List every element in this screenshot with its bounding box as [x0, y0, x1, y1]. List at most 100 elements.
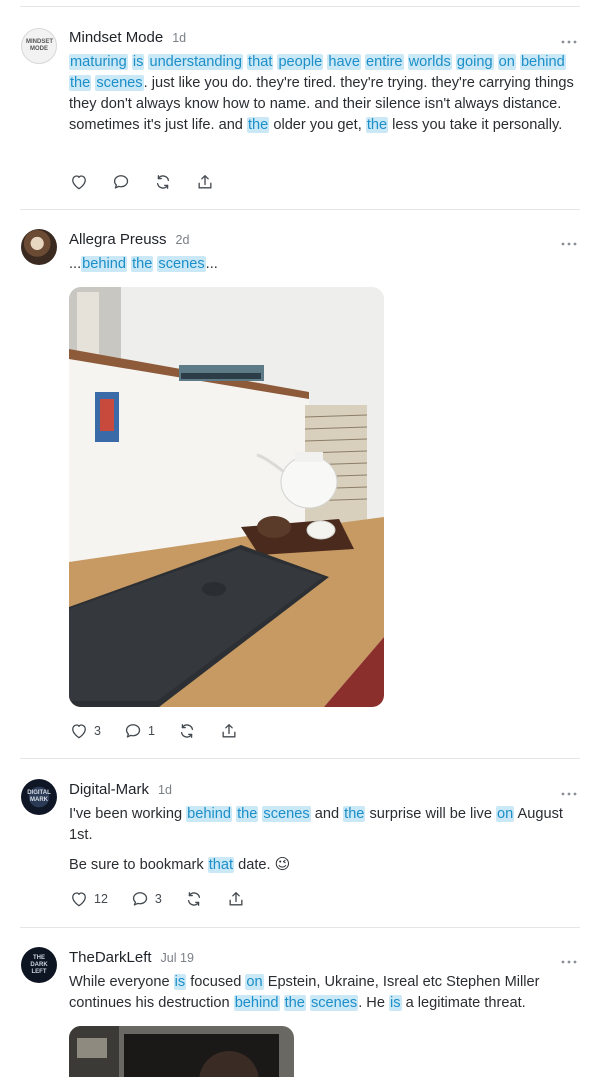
like-button[interactable]: 12	[69, 889, 108, 909]
like-count: 3	[94, 724, 101, 738]
text-run: . He	[358, 995, 390, 1011]
repost-button[interactable]	[153, 172, 173, 192]
author-name[interactable]: TheDarkLeft	[69, 949, 152, 966]
text-run: date.	[234, 857, 275, 873]
comment-icon	[123, 721, 143, 741]
more-options-icon[interactable]	[560, 952, 578, 964]
divider	[20, 927, 580, 928]
avatar[interactable]: THE DARK LEFT	[21, 947, 57, 983]
author-name[interactable]: Mindset Mode	[69, 29, 163, 46]
text-run: and	[310, 806, 344, 822]
post-actions: 12 3	[69, 887, 268, 911]
text-run: Be sure to bookmark	[69, 857, 208, 873]
more-options-icon[interactable]	[560, 784, 578, 796]
search-highlight: the	[283, 995, 306, 1011]
share-icon	[219, 721, 239, 741]
post-body-second-paragraph: Be sure to bookmark that date. 😉	[69, 854, 579, 876]
search-highlight: scenes	[309, 995, 359, 1011]
search-highlight: that	[207, 857, 235, 873]
divider	[20, 6, 580, 7]
repost-button[interactable]	[177, 721, 197, 741]
post-body: I've been working behind the scenes and …	[69, 804, 579, 846]
post-actions: 3 1	[69, 719, 261, 743]
search-highlight: going	[455, 54, 494, 70]
post-header: Allegra Preuss 2d	[69, 231, 189, 251]
author-name[interactable]: Allegra Preuss	[69, 231, 167, 248]
post-header: Digital-Mark 1d	[69, 781, 172, 801]
search-highlight: is	[131, 54, 145, 70]
search-highlight: that	[247, 54, 274, 70]
text-run: ...	[205, 256, 218, 272]
more-options-icon[interactable]	[560, 32, 578, 44]
search-highlight: the	[365, 117, 389, 133]
search-highlight: scenes	[95, 75, 144, 91]
avatar[interactable]: DIGITAL MARK	[21, 779, 57, 815]
heart-icon	[69, 889, 89, 909]
like-button[interactable]: 3	[69, 721, 101, 741]
search-highlight: scenes	[262, 806, 311, 822]
post-header: Mindset Mode 1d	[69, 29, 186, 49]
text-run: older you get,	[269, 117, 366, 133]
post-time: 2d	[175, 233, 190, 247]
search-highlight: on	[496, 806, 515, 822]
more-options-icon[interactable]	[560, 234, 578, 246]
avatar[interactable]: MINDSET MODE	[21, 28, 57, 64]
repost-button[interactable]	[184, 889, 204, 909]
text-run: While everyone	[69, 974, 174, 990]
post-time: 1d	[172, 31, 187, 45]
post-header: TheDarkLeft Jul 19	[69, 949, 194, 969]
wink-emoji: 😉	[274, 856, 291, 873]
comment-count: 3	[154, 892, 162, 906]
post-actions	[69, 170, 237, 194]
post-body: maturing is understanding that people ha…	[69, 52, 579, 136]
avatar[interactable]	[21, 229, 57, 265]
avatar-logo-text: MINDSET MODE	[26, 39, 53, 52]
author-name[interactable]: Digital-Mark	[69, 781, 149, 798]
search-highlight: worlds	[407, 54, 452, 70]
search-highlight: behind	[81, 256, 127, 272]
post-time: 1d	[158, 783, 172, 797]
share-button[interactable]	[195, 172, 215, 192]
share-button[interactable]	[226, 889, 246, 909]
like-count: 12	[94, 892, 108, 906]
avatar-logo-text: DIGITAL MARK	[27, 790, 51, 803]
post-photo-person[interactable]	[69, 1026, 294, 1077]
comment-button[interactable]: 1	[123, 721, 155, 741]
comment-button[interactable]	[111, 172, 131, 192]
like-button[interactable]	[69, 172, 89, 192]
share-icon	[195, 172, 215, 192]
search-highlight: have	[327, 54, 361, 70]
search-highlight: on	[245, 974, 264, 990]
post-body-line: Be sure to bookmark that date.	[69, 857, 275, 873]
search-highlight: behind	[519, 54, 566, 70]
search-highlight: is	[173, 974, 187, 990]
search-highlight: is	[389, 995, 402, 1011]
text-run: I've been working	[69, 806, 187, 822]
share-icon	[226, 889, 246, 909]
text-run: surprise will be live	[365, 806, 497, 822]
comment-count: 1	[147, 724, 155, 738]
search-highlight: scenes	[157, 256, 206, 272]
text-run: ...	[69, 256, 82, 272]
search-highlight: the	[236, 806, 259, 822]
comment-icon	[130, 889, 150, 909]
text-run: a legitimate threat.	[401, 995, 526, 1011]
search-highlight: understanding	[148, 54, 243, 70]
text-run: less you take it personally.	[388, 117, 563, 133]
search-highlight: the	[246, 117, 270, 133]
repost-icon	[177, 721, 197, 741]
post-body: While everyone is focused on Epstein, Uk…	[69, 972, 579, 1014]
divider	[20, 758, 580, 759]
search-highlight: entire	[365, 54, 404, 70]
search-highlight: maturing	[69, 54, 128, 70]
comment-button[interactable]: 3	[130, 889, 162, 909]
avatar-logo-text: THE DARK LEFT	[30, 954, 48, 975]
search-highlight: the	[131, 256, 154, 272]
text-run	[280, 995, 284, 1011]
post-photo-desk-laptop[interactable]	[69, 287, 384, 707]
post-time: Jul 19	[160, 951, 194, 965]
share-button[interactable]	[219, 721, 239, 741]
search-highlight: behind	[233, 995, 280, 1011]
comment-icon	[111, 172, 131, 192]
search-highlight: behind	[186, 806, 232, 822]
